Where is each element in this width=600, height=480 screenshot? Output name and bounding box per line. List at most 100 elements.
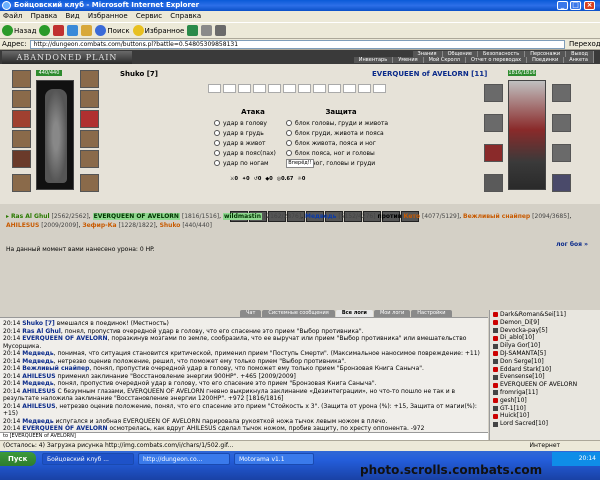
boots-slot[interactable] xyxy=(12,174,31,192)
enemy-helmet-slot[interactable] xyxy=(484,84,503,102)
online-user[interactable]: EVERQUEEN OF AVELORN xyxy=(493,381,597,389)
attack-chest[interactable]: удар в грудь xyxy=(214,128,292,138)
task-dungeon[interactable]: http://dungeon.co... xyxy=(138,453,230,465)
online-user[interactable]: Lord Sacred[10] xyxy=(493,420,597,428)
team1-member[interactable]: Ras Al Ghul xyxy=(11,213,50,220)
nav-transfers[interactable]: Отчет о переводах xyxy=(465,57,528,63)
menu-tools[interactable]: Сервис xyxy=(133,12,165,20)
stop-icon[interactable] xyxy=(53,25,65,36)
menu-file[interactable]: Файл xyxy=(0,12,25,20)
radio-icon[interactable] xyxy=(214,130,220,136)
refresh-icon[interactable] xyxy=(67,25,79,36)
attack-belly[interactable]: удар в живот xyxy=(214,138,292,148)
defense-4[interactable]: блок пояса, ног и головы xyxy=(286,148,396,158)
menu-view[interactable]: Вид xyxy=(62,12,82,20)
task-combats[interactable]: Бойцовский клуб ... xyxy=(42,453,134,465)
online-user[interactable]: GT-1[10] xyxy=(493,405,597,413)
radio-icon[interactable] xyxy=(286,120,292,126)
nav-inventory[interactable]: Инвентарь xyxy=(353,57,394,63)
media-icon[interactable] xyxy=(187,25,199,36)
legs-slot[interactable] xyxy=(80,174,99,192)
enemy-shield-slot[interactable] xyxy=(552,114,571,132)
radio-icon[interactable] xyxy=(286,130,292,136)
team2-member[interactable]: Зефир-Ка xyxy=(82,222,116,229)
minimize-button[interactable]: _ xyxy=(557,1,568,10)
close-button[interactable]: × xyxy=(584,1,595,10)
menu-help[interactable]: Справка xyxy=(167,12,204,20)
radio-icon[interactable] xyxy=(214,150,220,156)
defense-1[interactable]: блок головы, груди и живота xyxy=(286,118,396,128)
online-user[interactable]: Eddard Stark[10] xyxy=(493,366,597,374)
nav-duels[interactable]: Поединки xyxy=(527,57,565,63)
right-char-name[interactable]: EVERQUEEN of AVELORN [11] xyxy=(372,70,487,78)
weapon-slot[interactable] xyxy=(12,110,31,128)
online-user[interactable]: Di_ablo[10] xyxy=(493,334,597,342)
team2-member[interactable]: Вежливый снайпер xyxy=(463,213,530,220)
online-user[interactable]: Huick[10] xyxy=(493,412,597,420)
start-button[interactable]: Пуск xyxy=(0,452,36,466)
tab-all-logs[interactable]: Все логи xyxy=(335,310,373,317)
enemy-weapon-slot[interactable] xyxy=(484,114,503,132)
enemy-boots-slot[interactable] xyxy=(484,174,503,192)
menu-edit[interactable]: Правка xyxy=(28,12,61,20)
tab-chat[interactable]: Чат xyxy=(240,310,262,317)
mail-icon[interactable] xyxy=(201,25,213,36)
armor-slot[interactable] xyxy=(12,130,31,148)
enemy-gloves-slot[interactable] xyxy=(552,144,571,162)
attack-groin[interactable]: удар в пояс(пах) xyxy=(214,148,292,158)
nav-profile[interactable]: Анкета xyxy=(564,57,594,63)
radio-icon[interactable] xyxy=(286,150,292,156)
team1-member[interactable]: EVERQUEEN OF AVELORN xyxy=(92,213,180,220)
maximize-button[interactable]: □ xyxy=(570,1,581,10)
radio-icon[interactable] xyxy=(214,140,220,146)
online-user[interactable]: Evensense[10] xyxy=(493,373,597,381)
tab-settings[interactable]: Настройки xyxy=(411,310,452,317)
nav-scroll[interactable]: Мой Скролл xyxy=(423,57,466,63)
forward-arrow-icon[interactable] xyxy=(39,25,51,36)
defense-3[interactable]: блок живота, пояса и ног xyxy=(286,138,396,148)
online-user[interactable]: Dilya Gor[10] xyxy=(493,342,597,350)
task-motorama[interactable]: Motorama v1.1 xyxy=(234,453,314,465)
team2-member[interactable]: AHILESUS xyxy=(6,222,39,229)
battle-log-link[interactable]: лог боя » xyxy=(556,240,588,249)
online-user[interactable]: Dark&Roman&Sei[11] xyxy=(493,311,597,319)
enemy-amulet-slot[interactable] xyxy=(552,84,571,102)
online-user[interactable]: Devocka-pay[5] xyxy=(493,327,597,335)
chat-input[interactable]: to [EVERQUEEN of AVELORN] xyxy=(0,432,488,440)
team2-member[interactable]: Shuko xyxy=(160,222,181,229)
nav-skills[interactable]: Умения xyxy=(393,57,424,63)
bracers-slot[interactable] xyxy=(80,150,99,168)
tab-system[interactable]: Системные сообщения xyxy=(262,310,335,317)
team1-member[interactable]: wildmastin xyxy=(222,213,262,220)
online-user[interactable]: gesh[10] xyxy=(493,397,597,405)
ring-slot[interactable] xyxy=(80,90,99,108)
team1-member[interactable]: Медведь xyxy=(305,213,336,220)
chat-log[interactable]: 20:14 Shuko [7] вмешался в поединок! (Ме… xyxy=(0,317,488,440)
online-user[interactable]: Demon_Di[9] xyxy=(493,319,597,327)
earring-slot[interactable] xyxy=(12,90,31,108)
defense-2[interactable]: блок груди, живота и пояса xyxy=(286,128,396,138)
home-icon[interactable] xyxy=(81,25,93,36)
left-char-name[interactable]: Shuko [7] xyxy=(120,70,158,78)
enemy-armor-slot[interactable] xyxy=(484,144,503,162)
radio-icon[interactable] xyxy=(214,160,220,166)
favorites-button[interactable]: Избранное xyxy=(132,25,184,36)
forward-button[interactable]: Вперёд!! xyxy=(286,159,314,168)
address-input[interactable]: http://dungeon.combats.com/buttons.pl?ba… xyxy=(29,39,565,49)
go-button[interactable]: Переход xyxy=(568,39,600,50)
menu-favorites[interactable]: Избранное xyxy=(85,12,131,20)
attack-legs[interactable]: удар по ногам xyxy=(214,158,292,168)
radio-icon[interactable] xyxy=(286,140,292,146)
online-user[interactable]: DJ-SAMANTA[5] xyxy=(493,350,597,358)
shield-slot[interactable] xyxy=(80,110,99,128)
attack-head[interactable]: удар в голову xyxy=(214,118,292,128)
gloves-slot[interactable] xyxy=(80,130,99,148)
search-button[interactable]: Поиск xyxy=(95,25,130,36)
helmet-slot[interactable] xyxy=(12,70,31,88)
amulet-slot[interactable] xyxy=(80,70,99,88)
back-button[interactable]: Назад xyxy=(2,25,36,36)
online-user[interactable]: fromriga[11] xyxy=(493,389,597,397)
belt-slot[interactable] xyxy=(12,150,31,168)
print-icon[interactable] xyxy=(215,25,227,36)
enemy-legs-slot[interactable] xyxy=(552,174,571,192)
